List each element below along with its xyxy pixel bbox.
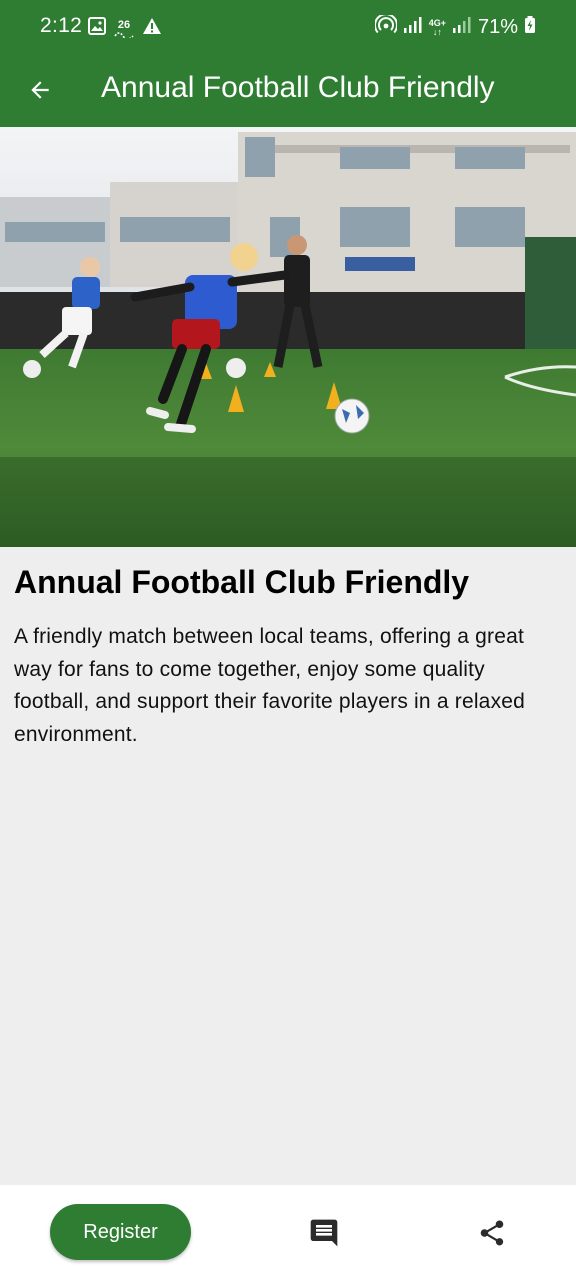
status-time: 2:12 (40, 14, 83, 37)
share-icon (480, 1220, 504, 1246)
signal-icon (403, 16, 423, 39)
status-icons-right: 4G+ ↓↑ 71% (373, 13, 536, 40)
warning-icon (142, 17, 162, 40)
signal-weak-icon (452, 16, 472, 39)
app-bar: Annual Football Club Friendly (0, 56, 576, 127)
app-bar-title: Annual Football Club Friendly (101, 71, 495, 104)
back-button[interactable] (20, 70, 60, 110)
status-bar: 2:12 26 4G+ ↓↑ 71% (0, 0, 576, 56)
event-image (0, 127, 576, 547)
event-title: Annual Football Club Friendly (14, 564, 470, 600)
share-button[interactable] (470, 1211, 514, 1255)
4g-icon: 4G+ ↓↑ (428, 17, 446, 37)
arrow-back-icon (31, 81, 49, 99)
comment-icon (310, 1219, 338, 1247)
battery-charging-icon (524, 16, 536, 39)
battery-percent: 71% (477, 16, 518, 38)
notification-count: 26 (117, 18, 131, 31)
status-icons-left: 26 (88, 17, 162, 40)
comment-button[interactable] (302, 1211, 346, 1255)
register-button[interactable]: Register (50, 1204, 191, 1260)
hotspot-icon (373, 13, 398, 40)
data-usage-icon: 26 (114, 18, 134, 38)
bottom-action-bar: Register (0, 1185, 576, 1280)
event-description: A friendly match between local teams, of… (14, 625, 526, 746)
image-icon (88, 17, 106, 40)
